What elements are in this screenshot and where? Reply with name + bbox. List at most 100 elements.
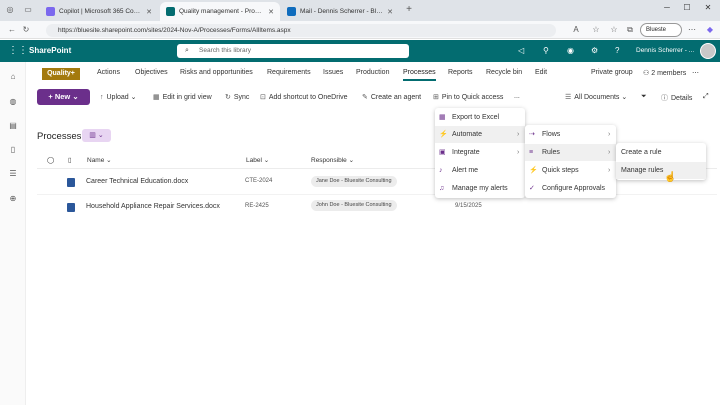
view-switcher-button[interactable]: ▥ ⌄	[82, 129, 111, 142]
close-icon[interactable]: ✕	[268, 8, 274, 16]
read-aloud-icon[interactable]: A	[570, 24, 582, 36]
edit-grid-button[interactable]: ▦ Edit in grid view	[153, 93, 212, 101]
search-input[interactable]: ⌕ Search this library	[177, 44, 409, 58]
menu-item-automate[interactable]: ⚡ Automate ›	[435, 126, 525, 143]
site-more-icon[interactable]: ⋯	[692, 69, 699, 77]
nav-processes[interactable]: Processes	[403, 69, 436, 81]
menu-item-rules[interactable]: ≡ Rules ›	[525, 144, 616, 161]
responsible-pill[interactable]: John Doe - Bluesite Consulting	[311, 200, 397, 211]
nav-edit[interactable]: Edit	[535, 69, 547, 76]
menu-item-configure-approvals[interactable]: ✓ Configure Approvals	[525, 180, 616, 197]
file-name[interactable]: Career Technical Education.docx	[86, 178, 188, 185]
close-icon[interactable]: ✕	[146, 8, 152, 16]
table-row[interactable]: Career Technical Education.docx CTE-2024…	[37, 170, 437, 194]
collections-icon[interactable]: ⧉	[624, 24, 636, 36]
approvals-icon: ✓	[529, 185, 535, 192]
mouse-cursor-icon: ☝	[664, 172, 677, 183]
lists-icon[interactable]: ☰	[7, 169, 19, 181]
members-button[interactable]: ⚇ 2 members	[643, 69, 686, 77]
user-name[interactable]: Dennis Scherrer - ...	[636, 47, 694, 54]
table-row[interactable]: Household Appliance Repair Services.docx…	[37, 195, 437, 219]
shortcut-icon: ⊡	[260, 94, 266, 101]
word-doc-icon	[67, 203, 75, 212]
more-commands-button[interactable]: ...	[514, 93, 520, 100]
all-documents-view[interactable]: ☰ All Documents ⌄	[565, 93, 627, 101]
nav-risks[interactable]: Risks and opportunities	[180, 69, 253, 76]
menu-item-alert-me[interactable]: ♪ Alert me	[435, 162, 525, 179]
details-button[interactable]: ⓘ Details	[661, 93, 692, 103]
menu-item-integrate[interactable]: ▣ Integrate ›	[435, 144, 525, 161]
share-icon[interactable]: ⚲	[543, 46, 549, 55]
copilot-icon	[46, 7, 55, 16]
more-menu-icon[interactable]: ⋯	[686, 24, 698, 36]
column-header-name[interactable]: Name ⌄	[87, 156, 112, 164]
pin-quick-access-button[interactable]: ⊞ Pin to Quick access	[433, 93, 503, 101]
tab-quality-management[interactable]: Quality management - Processes ✕	[160, 2, 280, 21]
chevron-right-icon: ›	[517, 149, 520, 156]
back-icon[interactable]: ←	[6, 24, 18, 36]
copilot-icon[interactable]: ◉	[567, 46, 574, 55]
left-app-rail: ⌂ ◍ ▤ ▯ ☰ ⊕	[0, 62, 26, 405]
create-agent-button[interactable]: ✎ Create an agent	[362, 93, 421, 101]
news-icon[interactable]: ▤	[7, 121, 19, 133]
outlook-icon	[287, 7, 296, 16]
menu-item-quick-steps[interactable]: ⚡ Quick steps ›	[525, 162, 616, 179]
close-window-icon[interactable]: ✕	[699, 3, 717, 17]
nav-actions[interactable]: Actions	[97, 69, 120, 76]
settings-gear-icon[interactable]: ⚙	[591, 46, 598, 55]
select-all-checkbox[interactable]: ◯	[47, 156, 54, 164]
flows-icon: ⇢	[529, 131, 535, 138]
nav-reports[interactable]: Reports	[448, 69, 473, 76]
nav-production[interactable]: Production	[356, 69, 389, 76]
profile-button[interactable]: Blueste	[640, 23, 682, 37]
globe-icon[interactable]: ◍	[7, 97, 19, 109]
new-tab-button[interactable]: +	[403, 4, 415, 16]
maximize-icon[interactable]: ☐	[678, 3, 696, 17]
help-icon[interactable]: ?	[615, 46, 619, 55]
app-launcher-icon[interactable]: ⋮⋮	[8, 45, 28, 56]
add-shortcut-button[interactable]: ⊡ Add shortcut to OneDrive	[260, 93, 347, 101]
copilot-sidebar-icon[interactable]: ◆	[704, 24, 716, 36]
refresh-icon[interactable]: ↻	[20, 24, 32, 36]
responsible-pill[interactable]: Jane Doe - Bluesite Consulting	[311, 176, 397, 187]
file-icon[interactable]: ▯	[7, 145, 19, 157]
column-header-responsible[interactable]: Responsible ⌄	[311, 156, 354, 164]
upload-button[interactable]: ↑ Upload ⌄	[100, 93, 137, 101]
site-logo[interactable]: Quality+	[42, 68, 80, 80]
column-header-label[interactable]: Label ⌄	[246, 156, 269, 164]
menu-item-flows[interactable]: ⇢ Flows ›	[525, 126, 616, 143]
avatar[interactable]	[700, 43, 716, 59]
new-button[interactable]: + New ⌄	[37, 89, 90, 105]
library-title: Processes	[37, 131, 82, 142]
sharepoint-brand[interactable]: SharePoint	[29, 46, 71, 55]
nav-objectives[interactable]: Objectives	[135, 69, 168, 76]
nav-requirements[interactable]: Requirements	[267, 69, 311, 76]
add-icon[interactable]: ⊕	[7, 194, 19, 206]
info-icon: ⓘ	[661, 95, 668, 102]
tab-actions-icon[interactable]: ▭	[22, 4, 34, 16]
tab-copilot[interactable]: Copilot | Microsoft 365 Copilot ✕	[40, 2, 158, 21]
automate-icon: ⚡	[439, 131, 448, 138]
favorites-icon[interactable]: ☆	[608, 24, 620, 36]
menu-item-manage-rules[interactable]: Manage rules	[616, 162, 706, 179]
home-icon[interactable]: ⌂	[7, 72, 19, 84]
nav-issues[interactable]: Issues	[323, 69, 343, 76]
search-icon: ⌕	[185, 47, 189, 54]
favorites-star-icon[interactable]: ☆	[590, 24, 602, 36]
file-type-icon: ▯	[68, 157, 72, 164]
menu-item-manage-alerts[interactable]: ♫ Manage my alerts	[435, 180, 525, 197]
nav-recycle-bin[interactable]: Recycle bin	[486, 69, 522, 76]
tab-mail[interactable]: Mail - Dennis Scherrer - Bluesite ✕	[281, 2, 399, 21]
automate-submenu: ⇢ Flows › ≡ Rules › ⚡ Quick steps › ✓ Configure…	[525, 125, 616, 198]
sync-button[interactable]: ↻ Sync	[225, 93, 249, 101]
browser-menu-icon[interactable]: ◎	[4, 4, 16, 16]
minimize-icon[interactable]: ─	[658, 3, 676, 17]
menu-item-export-excel[interactable]: ▦ Export to Excel	[435, 109, 525, 126]
megaphone-icon[interactable]: ◁	[518, 46, 524, 55]
menu-item-create-rule[interactable]: Create a rule	[616, 144, 706, 161]
close-icon[interactable]: ✕	[387, 8, 393, 16]
filter-icon[interactable]: ⏷	[641, 93, 647, 101]
file-name[interactable]: Household Appliance Repair Services.docx	[86, 203, 220, 210]
url-input[interactable]: https://bluesite.sharepoint.com/sites/20…	[46, 24, 556, 37]
expand-icon[interactable]: ⤢	[703, 93, 709, 101]
